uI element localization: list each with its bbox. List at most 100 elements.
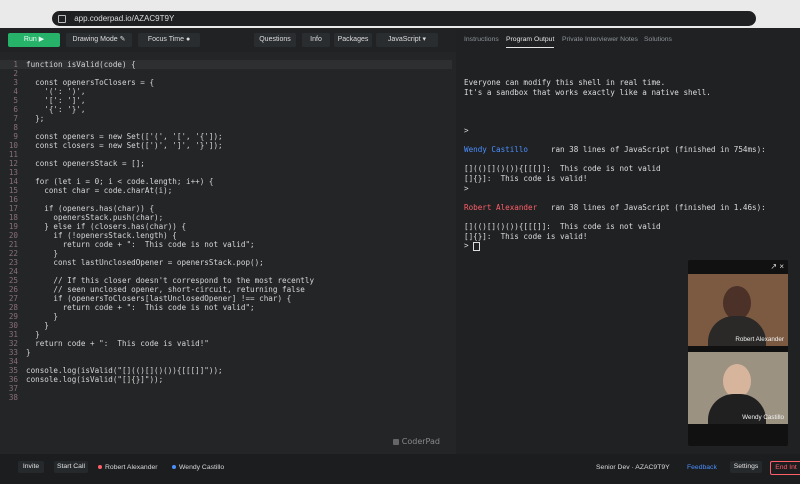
code-line[interactable]: 4 '(': ')', [0, 87, 85, 96]
code-line[interactable]: 38 [0, 393, 26, 402]
line-number: 30 [8, 321, 18, 330]
code-line[interactable]: 23 const lastUnclosedOpener = openersSta… [0, 258, 264, 267]
code-line[interactable]: 27 if (openersToClosers[lastUnclosedOpen… [0, 294, 291, 303]
invite-button[interactable]: Invite [18, 461, 44, 473]
code-line[interactable]: 31 } [0, 330, 40, 339]
code-line[interactable]: 37 [0, 384, 26, 393]
end-interview-button[interactable]: End Int [770, 461, 800, 475]
code-line[interactable]: 7 }; [0, 114, 44, 123]
code-text: const lastUnclosedOpener = openersStack.… [26, 258, 264, 267]
code-line[interactable]: 9 const openers = new Set(['(', '[', '{'… [0, 132, 223, 141]
code-line[interactable]: 24 [0, 267, 26, 276]
code-line[interactable]: 6 '{': '}', [0, 105, 85, 114]
code-editor[interactable]: CoderPad 1 function isValid(code) {2 3 con… [0, 52, 456, 454]
code-line[interactable]: 16 [0, 195, 26, 204]
line-number: 9 [13, 132, 18, 141]
code-text: if (openers.has(char)) { [26, 204, 155, 213]
code-line[interactable]: 25 // If this closer doesn't correspond … [0, 276, 314, 285]
code-line[interactable]: 2 [0, 69, 26, 78]
lock-icon [58, 14, 66, 23]
tab-solutions[interactable]: Solutions [644, 34, 672, 46]
code-line[interactable]: 29 } [0, 312, 58, 321]
code-text: openersStack.push(char); [26, 213, 164, 222]
address-bar[interactable]: app.coderpad.io/AZAC9T9Y [52, 11, 756, 26]
code-line[interactable]: 26 // seen unclosed opener, short-circui… [0, 285, 305, 294]
line-number: 26 [8, 285, 18, 294]
feedback-link[interactable]: Feedback [687, 462, 717, 474]
line-number: 33 [8, 348, 18, 357]
code-line[interactable]: 1 function isValid(code) { [0, 60, 452, 69]
code-text: const openers = new Set(['(', '[', '{'])… [26, 132, 223, 141]
video-label-robert: Robert Alexander [735, 336, 784, 343]
code-text: const char = code.charAt(i); [26, 186, 173, 195]
line-number: 25 [8, 276, 18, 285]
code-line[interactable]: 15 const char = code.charAt(i); [0, 186, 172, 195]
packages-button[interactable]: Packages [334, 33, 372, 47]
code-line[interactable]: 17 if (openers.has(char)) { [0, 204, 154, 213]
line-number: 6 [13, 105, 18, 114]
line-number: 12 [8, 159, 18, 168]
output-user-wendy: Wendy Castillo [464, 145, 529, 155]
line-number: 38 [8, 393, 18, 402]
code-text: '(': ')', [26, 87, 86, 96]
code-line[interactable]: 14 for (let i = 0; i < code.length; i++)… [0, 177, 214, 186]
line-number: 31 [8, 330, 18, 339]
footer-bar: Invite Start Call Robert Alexander Wendy… [0, 454, 800, 484]
code-text: } [26, 321, 49, 330]
wendy-video-head [723, 364, 751, 398]
line-number: 22 [8, 249, 18, 258]
language-dropdown[interactable]: JavaScript ▾ [376, 33, 438, 47]
info-button[interactable]: Info [302, 33, 330, 47]
line-number: 10 [8, 141, 18, 150]
code-text: return code + ": This code is valid!" [26, 339, 209, 348]
coderpad-watermark: CoderPad [392, 437, 440, 446]
code-line[interactable]: 13 [0, 168, 26, 177]
code-text: '{': '}', [26, 105, 86, 114]
code-line[interactable]: 11 [0, 150, 26, 159]
code-text: return code + ": This code is not valid"… [26, 240, 255, 249]
line-number: 14 [8, 177, 18, 186]
code-line[interactable]: 36 console.log(isValid("[]{}]")); [0, 375, 163, 384]
tab-private-notes[interactable]: Private Interviewer Notes [562, 34, 638, 46]
line-number: 23 [8, 258, 18, 267]
drawing-mode-button[interactable]: Drawing Mode ✎ [66, 33, 132, 47]
questions-button[interactable]: Questions [254, 33, 296, 47]
tab-program-output[interactable]: Program Output [506, 34, 555, 48]
code-text: if (openersToClosers[lastUnclosedOpener]… [26, 294, 292, 303]
code-line[interactable]: 8 [0, 123, 26, 132]
code-line[interactable]: 19 } else if (closers.has(char)) { [0, 222, 186, 231]
line-number: 24 [8, 267, 18, 276]
code-line[interactable]: 20 if (!openersStack.length) { [0, 231, 177, 240]
code-line[interactable]: 32 return code + ": This code is valid!" [0, 339, 209, 348]
video-controls[interactable]: ↗ × [688, 260, 788, 274]
line-number: 17 [8, 204, 18, 213]
code-line[interactable]: 5 '[': ']', [0, 96, 85, 105]
code-line[interactable]: 34 [0, 357, 26, 366]
line-number: 4 [13, 87, 18, 96]
coderpad-app: Run ▶ Drawing Mode ✎ Focus Time ● Questi… [0, 28, 800, 484]
code-line[interactable]: 18 openersStack.push(char); [0, 213, 163, 222]
video-call-panel: ↗ × Robert Alexander Wendy Castillo [688, 260, 788, 446]
participant-wendy: Wendy Castillo [172, 462, 224, 474]
code-line[interactable]: 21 return code + ": This code is not val… [0, 240, 255, 249]
code-line[interactable]: 28 return code + ": This code is not val… [0, 303, 255, 312]
code-line[interactable]: 35 console.log(isValid("[](()[]()()){[[[]… [0, 366, 223, 375]
settings-button[interactable]: Settings [730, 461, 762, 473]
code-line[interactable]: 22 } [0, 249, 58, 258]
start-call-button[interactable]: Start Call [54, 461, 88, 473]
code-text: }; [26, 114, 45, 123]
focus-time-button[interactable]: Focus Time ● [138, 33, 200, 47]
robert-video-head [723, 286, 751, 320]
tab-instructions[interactable]: Instructions [464, 34, 499, 46]
video-label-wendy: Wendy Castillo [742, 414, 784, 421]
line-number: 35 [8, 366, 18, 375]
code-text: const openersStack = []; [26, 159, 145, 168]
code-line[interactable]: 3 const openersToClosers = { [0, 78, 154, 87]
code-line[interactable]: 33} [0, 348, 31, 357]
run-button[interactable]: Run ▶ [8, 33, 60, 47]
code-line[interactable]: 30 } [0, 321, 49, 330]
line-number: 1 [13, 60, 18, 69]
line-number: 13 [8, 168, 18, 177]
code-line[interactable]: 10 const closers = new Set([')', ']', '}… [0, 141, 223, 150]
code-line[interactable]: 12 const openersStack = []; [0, 159, 145, 168]
